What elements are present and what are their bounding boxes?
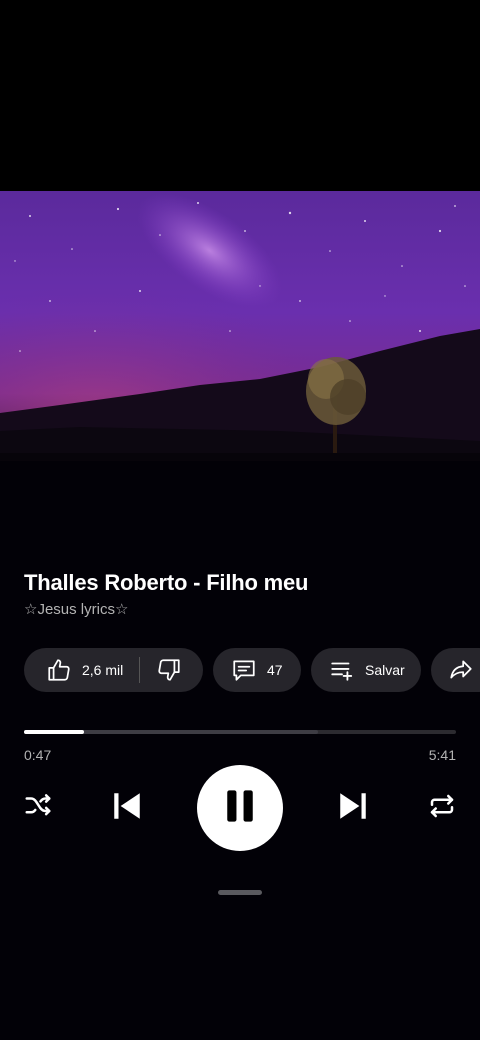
playlist-add-icon <box>329 657 355 683</box>
thumbs-up-icon[interactable] <box>46 657 72 683</box>
save-button[interactable]: Salvar <box>311 648 421 692</box>
shuffle-icon <box>23 791 53 826</box>
progress-fill <box>24 730 84 734</box>
player-panel <box>0 461 480 1040</box>
repeat-icon <box>427 791 457 826</box>
comment-count: 47 <box>267 662 283 678</box>
music-player-screen: Thalles Roberto - Filho meu ☆Jesus lyric… <box>0 0 480 1040</box>
comment-icon <box>231 657 257 683</box>
album-artwork <box>0 191 480 461</box>
previous-button[interactable] <box>106 788 148 828</box>
like-dislike-chip: 2,6 mil <box>24 648 203 692</box>
share-icon <box>447 657 475 683</box>
comments-button[interactable]: 47 <box>213 648 301 692</box>
shuffle-button[interactable] <box>20 790 56 826</box>
thumbs-down-icon[interactable] <box>156 657 182 683</box>
next-button[interactable] <box>332 788 374 828</box>
skip-previous-icon <box>109 789 145 828</box>
like-count[interactable]: 2,6 mil <box>82 662 123 678</box>
total-duration: 5:41 <box>428 747 456 763</box>
channel-name[interactable]: ☆Jesus lyrics☆ <box>24 600 128 618</box>
pause-icon <box>223 787 257 830</box>
save-label: Salvar <box>365 662 405 678</box>
chip-divider <box>139 657 141 683</box>
drag-handle[interactable] <box>218 890 262 895</box>
elapsed-time: 0:47 <box>24 747 52 763</box>
repeat-button[interactable] <box>424 790 460 826</box>
pause-button[interactable] <box>197 765 283 851</box>
song-title: Thalles Roberto - Filho meu <box>24 570 309 595</box>
seek-bar[interactable] <box>24 730 456 734</box>
action-chips: 2,6 mil 47 Salvar <box>24 648 480 692</box>
share-button[interactable] <box>431 648 480 692</box>
skip-next-icon <box>335 789 371 828</box>
